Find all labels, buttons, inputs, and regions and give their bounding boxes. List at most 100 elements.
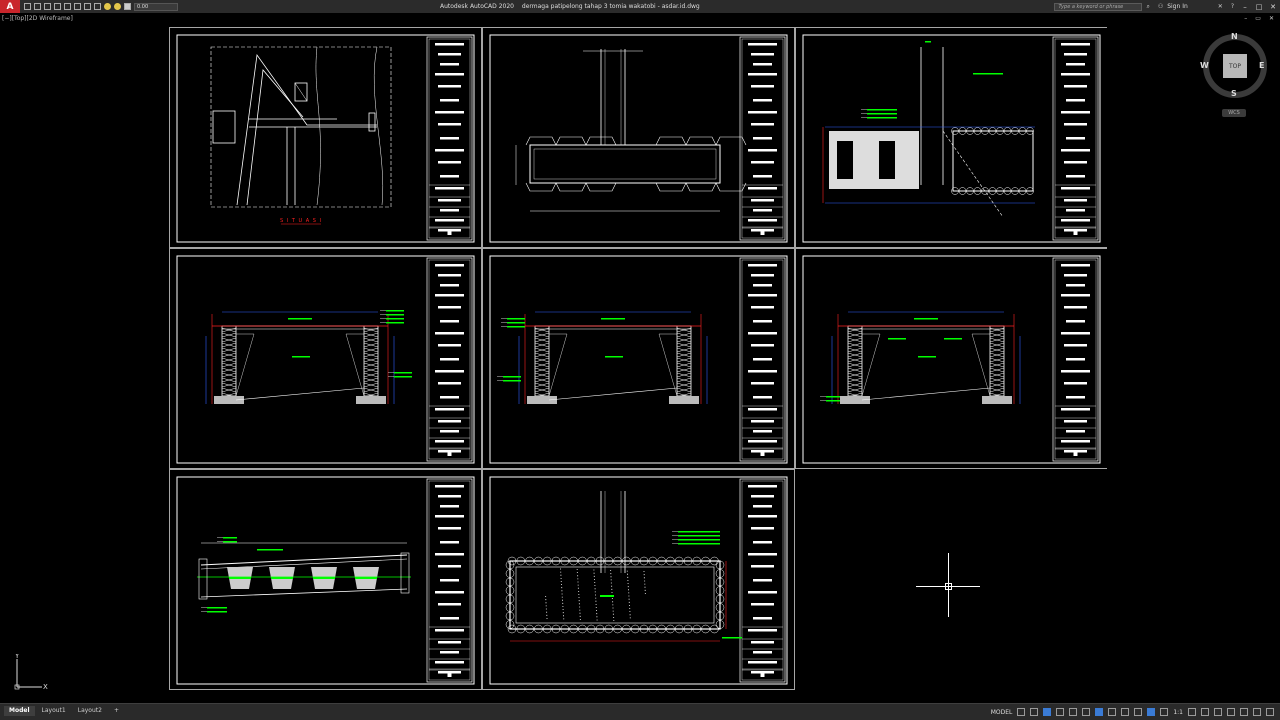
title-block-text-bar [753,137,772,140]
tab-model[interactable]: Model [4,706,35,716]
sheet-cell-border [795,248,1107,469]
title-block-text-bar [1064,53,1087,56]
compass-south[interactable]: S [1231,89,1237,98]
coastline [373,46,383,206]
color-swatch-icon[interactable] [124,3,131,10]
isolate-objects-icon[interactable] [1240,708,1248,716]
annotation-visibility-icon[interactable] [1147,708,1156,716]
drawing-minimize-icon[interactable]: – [1244,15,1247,22]
maximize-button[interactable]: □ [1252,3,1266,11]
title-block-text-bar [440,284,459,287]
search-icon[interactable]: ⌕ [1146,3,1149,11]
viewcube-top-face[interactable]: TOP [1223,54,1247,78]
plus-icon[interactable] [1201,708,1209,716]
osnap-tracking-icon[interactable] [1082,708,1091,716]
wcs-menu[interactable]: WCS [1222,109,1246,117]
new-icon[interactable] [24,3,31,10]
customization-icon[interactable] [1266,708,1274,716]
title-block-text-bar [435,111,464,114]
tab-layout2[interactable]: Layout2 [73,706,107,716]
model-space-canvas[interactable]: S I T U A S I [169,27,1107,691]
compass-east[interactable]: E [1259,61,1264,70]
close-button[interactable]: ✕ [1266,3,1280,11]
compass-north[interactable]: N [1231,32,1238,41]
callout-text [386,314,404,316]
callout-text [914,318,938,320]
title-block-text-bar [435,591,464,594]
lineweight-select[interactable]: 0.00 [134,2,178,11]
drawing-restore-icon[interactable]: ▭ [1255,15,1261,22]
help-icon[interactable]: ? [1231,3,1234,10]
sign-in-button[interactable]: Sign In [1167,3,1188,10]
fender [685,182,717,192]
sheet-cell-border [169,248,482,469]
clean-screen-icon[interactable] [1253,708,1261,716]
title-block-text-bar [1066,137,1085,140]
user-icon[interactable]: ⚇ [1158,3,1163,10]
minimize-button[interactable]: – [1238,3,1252,11]
redo-icon[interactable] [94,3,101,10]
annotation-scale[interactable]: 1:1 [1173,709,1183,716]
sheet-frame [176,34,475,243]
selection-cycling-icon[interactable] [1134,708,1143,716]
undo-icon[interactable] [84,3,91,10]
add-layout-button[interactable]: + [109,706,124,716]
footing [669,396,699,404]
osnap-icon[interactable] [1095,708,1104,716]
title-block-text-bar [438,123,461,126]
title-block-text-bar [438,382,461,385]
ortho-icon[interactable] [1043,708,1052,716]
title-block-stamp [447,231,452,235]
lineweight-icon[interactable] [1108,708,1117,716]
title-block-text-bar [748,553,777,556]
fender [715,136,747,146]
callout-text [600,595,614,597]
title-block-text-bar [440,209,459,212]
snap-icon[interactable] [1030,708,1039,716]
drawing-close-icon[interactable]: ✕ [1269,15,1274,22]
auto-scale-icon[interactable] [1160,708,1169,716]
footing [214,396,244,404]
title-block-text-bar [753,358,772,361]
isodraft-icon[interactable] [1069,708,1078,716]
polar-icon[interactable] [1056,708,1065,716]
open-icon[interactable] [34,3,41,10]
lightbulb-icon[interactable] [104,3,111,10]
compass-west[interactable]: W [1200,61,1209,70]
title-block-text-bar [1064,344,1087,347]
transparency-icon[interactable] [1121,708,1130,716]
slope-line [942,130,1004,218]
plot-icon[interactable] [74,3,81,10]
save-as-icon[interactable] [54,3,61,10]
workspace-icon[interactable] [1188,708,1196,716]
help-search-input[interactable]: Type a keyword or phrase [1054,2,1143,11]
title-block-text-bar [748,661,777,664]
sheet-cell-border [169,27,482,248]
fender [525,182,557,192]
concrete-fill [545,568,646,621]
grid-icon[interactable] [1017,708,1026,716]
units-icon[interactable] [1214,708,1222,716]
channel-bottom [548,387,678,401]
callout-text [605,356,623,358]
title-block-text-bar [1061,219,1090,222]
sheet-frame [489,255,788,464]
exchange-icon[interactable]: ✕ [1218,3,1223,10]
save-icon[interactable] [44,3,51,10]
channel-bottom [235,387,365,401]
sun-icon[interactable] [114,3,121,10]
app-menu-button[interactable]: A [0,0,20,13]
publish-icon[interactable] [64,3,71,10]
title-block-text-bar [748,111,777,114]
sheet-cell-border [482,248,795,469]
title-block-stamp [447,452,452,456]
title-block-text-bar [435,43,464,46]
title-block-text-bar [748,591,777,594]
tab-layout1[interactable]: Layout1 [37,706,71,716]
viewport-controls-label[interactable]: [−][Top][2D Wireframe] [2,15,73,22]
viewcube[interactable]: TOP N S E W [1200,32,1267,98]
title-block-text-bar [748,294,777,297]
model-space-toggle[interactable]: MODEL [991,709,1013,716]
title-block-text-bar [751,527,774,530]
quick-properties-icon[interactable] [1227,708,1235,716]
